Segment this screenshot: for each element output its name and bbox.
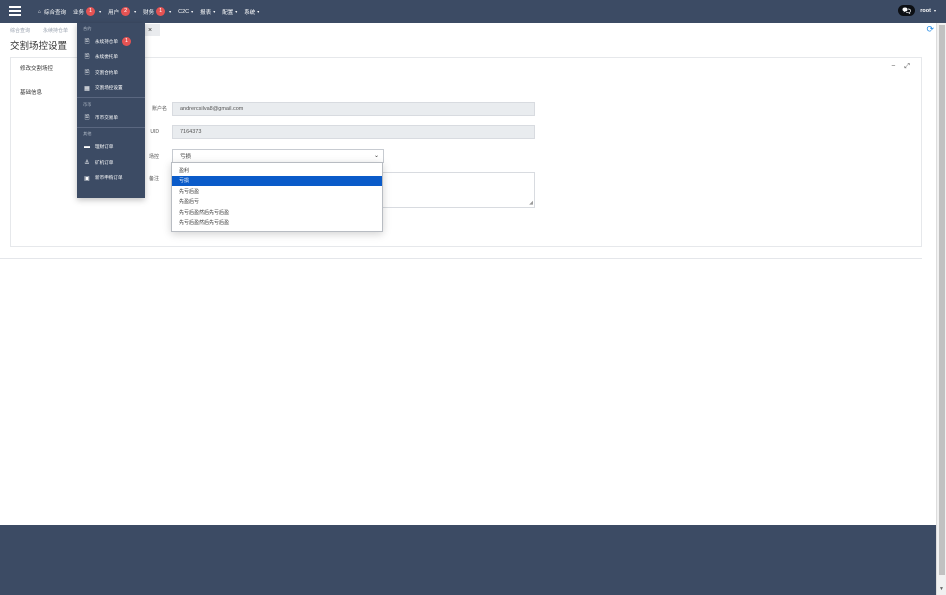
nav-item-c2c[interactable]: C2C ▾ xyxy=(178,9,193,15)
nav-item-label: 财务 xyxy=(143,9,155,16)
nav-item-label: 系统 xyxy=(244,9,256,16)
table-icon: ▦ xyxy=(84,85,90,92)
notification-badge: 1 xyxy=(121,37,131,47)
dropdown-option[interactable]: 先亏后盈然后先亏后盈 xyxy=(172,207,382,218)
chevron-down-icon: ▾ xyxy=(235,9,238,14)
page-title: 交割场控设置 xyxy=(10,41,68,52)
menu-divider xyxy=(77,97,145,98)
nav-item-label: C2C xyxy=(178,8,190,15)
card-title: 修改交割场控 xyxy=(20,66,54,72)
divider xyxy=(0,258,922,259)
uid-field[interactable]: 7164373 xyxy=(172,125,535,139)
menu-item-delivery-control[interactable]: ▦ 交割场控设置 xyxy=(77,81,145,97)
nav-item-label: 报表 xyxy=(200,9,212,16)
nav-item-label: 用户 xyxy=(108,9,120,16)
document-icon: 🗎 xyxy=(84,69,90,76)
nav-item-finance[interactable]: 财务 1 ▾ xyxy=(143,7,171,16)
nav-item-label: 业务 xyxy=(73,9,85,16)
folder-icon: ▬ xyxy=(84,144,90,151)
nav-item-users[interactable]: 用户 2 ▾ xyxy=(108,7,136,16)
chevron-down-icon: ▾ xyxy=(933,7,936,13)
refresh-icon[interactable]: ⟳ xyxy=(926,24,934,35)
hamburger-menu-icon[interactable] xyxy=(9,6,21,16)
menu-item-label: 矿机订单 xyxy=(95,159,114,165)
notification-badge: 1 xyxy=(86,7,96,16)
home-icon: ⌂ xyxy=(38,8,42,15)
menu-item-label: 永续委托单 xyxy=(95,54,118,60)
top-navbar: ⌂ 综合查询 业务 1 ▾ 用户 2 ▾ 财务 1 ▾ C2C ▾ 报表 ▾ 配… xyxy=(0,0,946,23)
chevron-down-icon: ▾ xyxy=(134,9,137,14)
menu-item-perpetual-orders[interactable]: 🗎 永续委托单 xyxy=(77,50,145,66)
chevron-down-icon: ▾ xyxy=(257,9,260,14)
breadcrumb-item[interactable]: 永续持仓单 xyxy=(43,27,68,34)
nav-item-config[interactable]: 配置 ▾ xyxy=(222,8,237,16)
menu-item-label: 交割场控设置 xyxy=(95,85,123,91)
menu-item-label: 币币交易单 xyxy=(95,114,118,120)
menu-item-delivery-contracts[interactable]: 🗎 交割合约单 xyxy=(77,65,145,81)
clipboard-icon: ▣ xyxy=(84,175,90,182)
username: root xyxy=(920,7,931,14)
anchor-icon: ⚓ xyxy=(84,160,90,167)
menu-group-title: 币币 xyxy=(83,101,92,107)
menu-group-title: 合约 xyxy=(83,25,92,31)
nav-item-system[interactable]: 系统 ▾ xyxy=(244,8,259,16)
menu-item-spot-trades[interactable]: 🗎 币币交易单 xyxy=(77,110,145,126)
scroll-down-arrow-icon[interactable]: ▼ xyxy=(939,586,944,592)
page-footer xyxy=(0,525,936,595)
expand-icon[interactable]: ⤢ xyxy=(904,63,910,71)
chevron-down-icon: ▾ xyxy=(169,9,172,14)
document-icon: 🗎 xyxy=(84,38,90,45)
scrollbar-thumb[interactable] xyxy=(939,25,945,575)
menu-item-perpetual-positions[interactable]: 🗎 永续持仓单 1 xyxy=(77,34,145,50)
notification-badge: 2 xyxy=(121,7,131,16)
nav-item-label: 配置 xyxy=(222,9,234,16)
collapse-icon[interactable]: − xyxy=(891,63,895,71)
chevron-down-icon: ▾ xyxy=(191,9,194,14)
chevron-down-icon: ⌄ xyxy=(373,153,379,159)
control-select[interactable]: 亏损 ⌄ xyxy=(172,149,384,163)
chevron-down-icon: ▾ xyxy=(213,9,216,14)
nav-item-reports[interactable]: 报表 ▾ xyxy=(200,8,215,16)
breadcrumb: 综合查询 永续持仓单 xyxy=(10,27,81,34)
nav-item-business[interactable]: 业务 1 ▾ xyxy=(73,7,101,16)
control-dropdown-list: 盈利 亏损 先亏后盈 先盈后亏 先亏后盈然后先亏后盈 先亏后盈然后先亏后盈 xyxy=(171,162,383,232)
document-icon: 🗎 xyxy=(84,114,90,121)
resize-handle-icon[interactable]: ◢ xyxy=(529,200,533,206)
edit-card: 修改交割场控 − ⤢ 基础信息 账户名 andrercsilva8@gmail.… xyxy=(10,57,922,247)
scrollbar[interactable]: ▼ xyxy=(936,23,946,595)
dropdown-option-selected[interactable]: 亏损 xyxy=(172,175,382,186)
dropdown-option[interactable]: 先盈后亏 xyxy=(172,197,382,208)
chevron-down-icon: ▾ xyxy=(99,9,102,14)
dropdown-option[interactable]: 先亏后盈 xyxy=(172,186,382,197)
chat-icon[interactable] xyxy=(898,5,916,16)
notification-badge: 1 xyxy=(156,7,166,16)
business-dropdown-menu: 合约 🗎 永续持仓单 1 🗎 永续委托单 🗎 交割合约单 ▦ 交割场控设置 币币… xyxy=(77,23,145,198)
user-menu[interactable]: root ▾ xyxy=(920,8,936,14)
menu-item-label: 交割合约单 xyxy=(95,69,118,75)
main-nav: ⌂ 综合查询 业务 1 ▾ 用户 2 ▾ 财务 1 ▾ C2C ▾ 报表 ▾ 配… xyxy=(38,0,266,23)
menu-item-label: 永续持仓单 xyxy=(95,38,118,44)
menu-item-mining-orders[interactable]: ⚓ 矿机订单 xyxy=(77,155,145,171)
menu-item-label: 理财订单 xyxy=(95,144,114,150)
menu-divider xyxy=(77,126,145,128)
menu-group-title: 其他 xyxy=(83,131,92,136)
nav-item-label: 综合查询 xyxy=(44,9,67,16)
dropdown-option[interactable]: 先亏后盈然后先亏后盈 xyxy=(172,218,382,229)
menu-item-wealth-orders[interactable]: ▬ 理财订单 xyxy=(77,140,145,156)
section-label-basic-info: 基础信息 xyxy=(20,90,43,96)
dropdown-option[interactable]: 盈利 xyxy=(172,165,382,176)
card-tools: − ⤢ xyxy=(882,63,910,71)
account-field[interactable]: andrercsilva8@gmail.com xyxy=(172,102,535,116)
menu-item-label: 新币申购订单 xyxy=(95,175,123,181)
menu-item-new-coin-orders[interactable]: ▣ 新币申购订单 xyxy=(77,171,145,187)
breadcrumb-item[interactable]: 综合查询 xyxy=(10,27,30,34)
control-select-value: 亏损 xyxy=(180,154,192,160)
document-icon: 🗎 xyxy=(84,54,90,61)
navbar-right-tools: root ▾ xyxy=(898,5,936,16)
nav-item-overview[interactable]: ⌂ 综合查询 xyxy=(38,8,66,16)
